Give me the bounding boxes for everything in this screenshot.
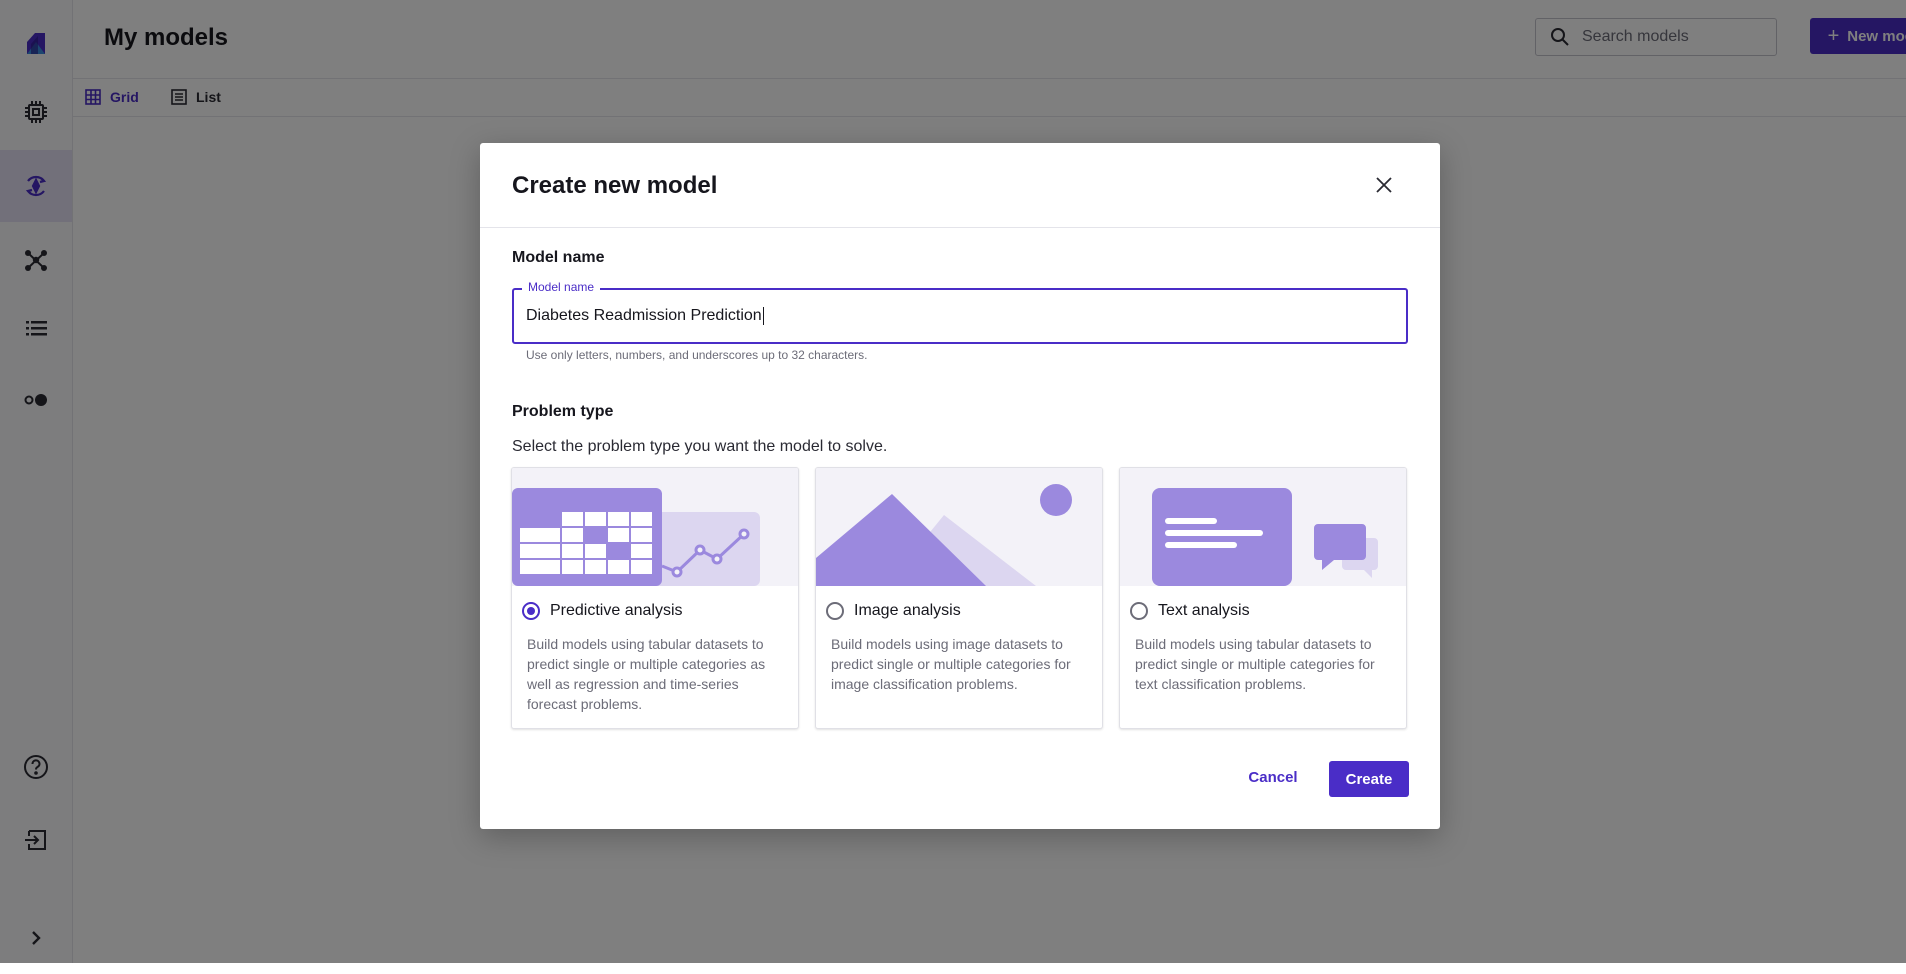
predictive-label: Predictive analysis	[550, 602, 683, 619]
model-name-hint: Use only letters, numbers, and underscor…	[526, 348, 868, 362]
option-card-predictive[interactable]: Predictive analysis Build models using t…	[511, 467, 799, 729]
option-card-text[interactable]: Text analysis Build models using tabular…	[1119, 467, 1407, 729]
text-label: Text analysis	[1158, 602, 1250, 619]
model-name-field-value-wrap: Diabetes Readmission Prediction	[526, 307, 764, 325]
predictive-radio[interactable]	[522, 602, 540, 620]
predictive-radio-row[interactable]: Predictive analysis	[522, 602, 683, 620]
image-label: Image analysis	[854, 602, 961, 619]
model-name-heading: Model name	[512, 249, 605, 266]
text-radio-row[interactable]: Text analysis	[1130, 602, 1250, 620]
dialog-title: Create new model	[512, 172, 718, 199]
create-model-dialog: Create new model Model name Model name D…	[480, 143, 1440, 829]
create-button[interactable]: Create	[1329, 761, 1409, 797]
predictive-illustration	[512, 468, 798, 586]
image-description: Build models using image datasets to pre…	[831, 636, 1071, 692]
problem-type-description: Select the problem type you want the mod…	[512, 438, 888, 455]
problem-type-heading: Problem type	[512, 403, 614, 420]
text-caret	[762, 307, 764, 325]
text-description: Build models using tabular datasets to p…	[1135, 636, 1375, 692]
model-name-value: Diabetes Readmission Prediction	[526, 307, 762, 325]
image-radio[interactable]	[826, 602, 844, 620]
option-card-image[interactable]: Image analysis Build models using image …	[815, 467, 1103, 729]
predictive-description: Build models using tabular datasets to p…	[527, 636, 766, 712]
dialog-header: Create new model	[480, 143, 1440, 228]
image-radio-row[interactable]: Image analysis	[826, 602, 961, 620]
model-name-field-label: Model name	[522, 280, 601, 294]
close-icon	[1376, 177, 1392, 193]
cancel-button[interactable]: Cancel	[1233, 759, 1313, 795]
image-illustration	[816, 468, 1102, 586]
text-illustration	[1120, 468, 1406, 586]
text-radio[interactable]	[1130, 602, 1148, 620]
close-button[interactable]	[1372, 173, 1396, 197]
model-name-field[interactable]: Model name Diabetes Readmission Predicti…	[512, 280, 1408, 344]
